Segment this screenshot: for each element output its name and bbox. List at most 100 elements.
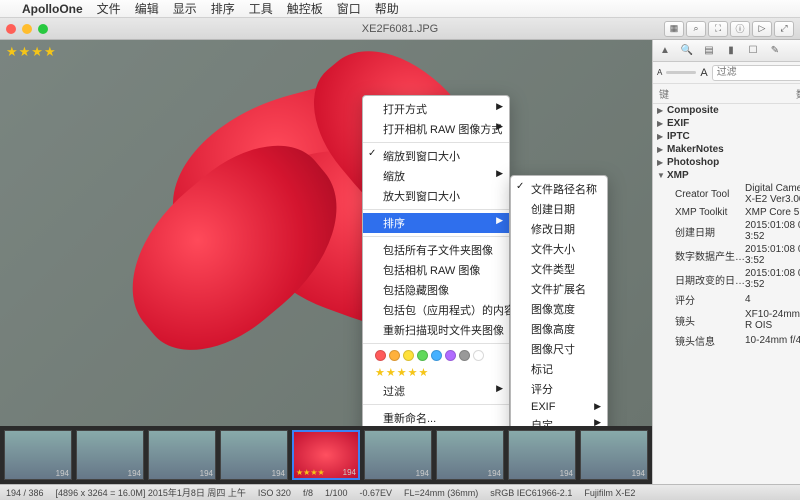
thumbnail[interactable]: 194 [4,430,72,480]
thumbnail[interactable]: 194 [436,430,504,480]
thumbnail[interactable]: 194 [148,430,216,480]
status-iso: ISO 320 [258,488,291,498]
filter-input[interactable] [712,65,800,81]
font-small-icon[interactable]: A [657,68,662,77]
color-row[interactable] [363,347,509,364]
traffic-lights [6,24,48,34]
menu-file[interactable]: 文件 [97,0,121,17]
menu-help[interactable]: 帮助 [375,0,399,17]
thumbnail[interactable]: 194 [76,430,144,480]
metadata-group[interactable]: ▶EXIF [653,117,800,130]
thumbnail[interactable]: 194 [364,430,432,480]
menu-item[interactable]: 包括所有子文件夹图像 [363,240,509,260]
menu-item[interactable]: 标记 [511,359,607,379]
metadata-row: 镜头信息10-24mm f/4 [653,332,800,349]
zoom-button[interactable] [38,24,48,34]
play-icon[interactable]: ▷ [752,21,772,37]
thumbnail[interactable]: ★★★★194 [292,430,360,480]
col-key: 键 [659,86,796,101]
status-colorspace: sRGB IEC61966-2.1 [490,488,572,498]
status-ev: -0.67EV [359,488,392,498]
metadata-row: 创建日期2015:01:08 09:43:52 [653,219,800,243]
metadata-row: XMP ToolkitXMP Core 5.6.0 [653,206,800,219]
sort-submenu[interactable]: 文件路径名称✓创建日期修改日期文件大小文件类型文件扩展名图像宽度图像高度图像尺寸… [510,175,608,426]
menu-item[interactable]: 图像宽度 [511,299,607,319]
menu-item[interactable]: 包括相机 RAW 图像 [363,260,509,280]
menu-item[interactable]: 排序▶ [363,213,509,233]
menu-item[interactable]: 文件大小 [511,239,607,259]
menu-item[interactable]: 重新命名... [363,408,509,426]
menu-item[interactable]: 自定▶ [511,415,607,426]
tab-edit-icon[interactable]: ✎ [767,43,783,59]
rating-row[interactable]: ★★★★★ [363,364,509,381]
menu-item[interactable]: 打开方式▶ [363,99,509,119]
fullscreen-icon[interactable]: ⤢ [774,21,794,37]
status-position: 194 / 386 [6,488,44,498]
status-shutter: 1/100 [325,488,348,498]
menu-edit[interactable]: 编辑 [135,0,159,17]
tab-tag-icon[interactable]: ☐ [745,43,761,59]
menu-item[interactable]: 创建日期 [511,199,607,219]
status-aperture: f/8 [303,488,313,498]
inspector-panel: ▲ 🔍 ▤ ▮ ☐ ✎ A A 键 数值 ▶Composite▶EXIF▶IPT… [652,40,800,484]
grid-icon[interactable]: ▦ [664,21,684,37]
tab-histogram-icon[interactable]: ▲ [657,43,673,59]
metadata-tree[interactable]: ▶Composite▶EXIF▶IPTC▶MakerNotes▶Photosho… [653,104,800,484]
menu-item[interactable]: 包括包（应用程式）的内容 [363,300,509,320]
tab-map-icon[interactable]: ▤ [701,43,717,59]
status-camera: Fujifilm X-E2 [584,488,635,498]
menu-item[interactable]: 图像高度 [511,319,607,339]
menu-item[interactable]: 文件路径名称✓ [511,179,607,199]
menu-item[interactable]: 缩放到窗口大小✓ [363,146,509,166]
menu-item[interactable]: 文件扩展名 [511,279,607,299]
metadata-group[interactable]: ▶MakerNotes [653,143,800,156]
window-titlebar: XE2F6081.JPG ▦ ⌕ ⛶ ⓘ ▷ ⤢ [0,18,800,40]
close-button[interactable] [6,24,16,34]
menu-item[interactable]: EXIF▶ [511,399,607,415]
menu-item[interactable]: 评分 [511,379,607,399]
image-viewer[interactable]: ★★★★ 打开方式▶打开相机 RAW 图像方式▶ 缩放到窗口大小✓缩放▶放大到窗口… [0,40,652,484]
thumbnail[interactable]: 194 [580,430,648,480]
tab-chart-icon[interactable]: ▮ [723,43,739,59]
menu-sort[interactable]: 排序 [211,0,235,17]
menu-item[interactable]: 包括隐藏图像 [363,280,509,300]
font-size-slider[interactable] [666,71,696,74]
menu-item[interactable]: 修改日期 [511,219,607,239]
system-menubar: ApolloOne 文件 编辑 显示 排序 工具 触控板 窗口 帮助 [0,0,800,18]
app-menu[interactable]: ApolloOne [22,2,83,16]
search-icon[interactable]: ⌕ [686,21,706,37]
thumbnail[interactable]: 194 [220,430,288,480]
menu-item[interactable]: 重新扫描现时文件夹图像 [363,320,509,340]
rating-stars: ★★★★ [6,44,57,60]
metadata-group[interactable]: ▶Composite [653,104,800,117]
menu-tools[interactable]: 工具 [249,0,273,17]
menu-item[interactable]: 缩放▶ [363,166,509,186]
menu-trackpad[interactable]: 触控板 [287,0,323,17]
metadata-row: 评分4 [653,291,800,308]
menu-item[interactable]: 过滤▶ [363,381,509,401]
metadata-group[interactable]: ▼XMP [653,169,800,182]
menu-item[interactable]: 图像尺寸 [511,339,607,359]
expand-icon[interactable]: ⛶ [708,21,728,37]
status-bar: 194 / 386 [4896 x 3264 = 16.0M] 2015年1月8… [0,484,800,500]
metadata-row: 日期改变的日期和时间2015:01:08 09:43:52 [653,267,800,291]
menu-item[interactable]: 放大到窗口大小 [363,186,509,206]
status-dimensions: [4896 x 3264 = 16.0M] 2015年1月8日 周四 上午 [56,486,246,499]
menu-item[interactable]: 文件类型 [511,259,607,279]
context-menu[interactable]: 打开方式▶打开相机 RAW 图像方式▶ 缩放到窗口大小✓缩放▶放大到窗口大小排序▶… [362,95,510,426]
minimize-button[interactable] [22,24,32,34]
font-large-icon[interactable]: A [700,67,707,79]
menu-item[interactable]: 打开相机 RAW 图像方式▶ [363,119,509,139]
metadata-group[interactable]: ▶IPTC [653,130,800,143]
filmstrip[interactable]: 194194194194★★★★194194194194194 [0,426,652,484]
tab-info-icon[interactable]: 🔍 [679,43,695,59]
window-title: XE2F6081.JPG [362,23,438,35]
metadata-row: 镜头XF10-24mmF4 R OIS [653,308,800,332]
metadata-row: 数字数据产生的日期和时间2015:01:08 09:43:52 [653,243,800,267]
metadata-group[interactable]: ▶Photoshop [653,156,800,169]
menu-window[interactable]: 窗口 [337,0,361,17]
menu-view[interactable]: 显示 [173,0,197,17]
status-focal: FL=24mm (36mm) [404,488,478,498]
info-icon[interactable]: ⓘ [730,21,750,37]
thumbnail[interactable]: 194 [508,430,576,480]
